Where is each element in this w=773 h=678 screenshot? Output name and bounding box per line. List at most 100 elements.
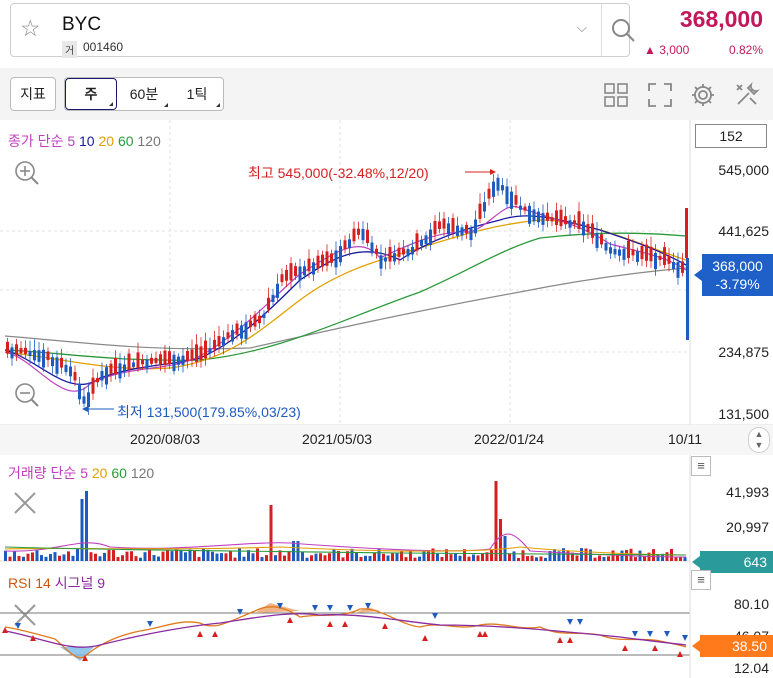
- price-change: ▲ 3,000: [644, 43, 690, 57]
- grid-icon[interactable]: [603, 82, 629, 108]
- divider: [601, 4, 602, 56]
- candle: [280, 274, 284, 283]
- fullscreen-icon[interactable]: [647, 82, 673, 108]
- volume-bar: [589, 549, 592, 561]
- candle: [100, 370, 104, 381]
- volume-bar: [458, 555, 462, 561]
- volume-bar: [170, 551, 174, 561]
- date-label: 2022/01/24: [474, 431, 545, 447]
- candle: [343, 240, 347, 250]
- buy-signal-arrow: [327, 621, 333, 627]
- rsi-axis-label: 12.04: [733, 660, 769, 676]
- candle: [613, 248, 617, 255]
- vol-ma5-line: [4, 533, 687, 558]
- volume-bar: [512, 551, 516, 561]
- candle: [384, 257, 387, 262]
- volume-bar: [197, 557, 201, 561]
- volume-bar: [301, 551, 304, 561]
- candle: [244, 322, 248, 339]
- volume-bar: [481, 553, 484, 561]
- candle: [181, 355, 185, 365]
- candle: [334, 250, 338, 268]
- tab-60min[interactable]: 60분: [117, 78, 171, 110]
- candle: [199, 346, 203, 361]
- volume-bar: [152, 555, 156, 561]
- sell-signal-arrow: [647, 631, 653, 637]
- sell-signal-arrow: [347, 605, 353, 611]
- buy-signal-arrow: [622, 645, 628, 651]
- symbol-search-box[interactable]: ☆ BYC 거 001460 ⌵: [10, 3, 635, 58]
- candle: [150, 357, 153, 364]
- sell-signal-arrow: [312, 605, 318, 611]
- tab-1tick[interactable]: 1틱: [171, 78, 223, 110]
- price-axis-label: 441,625: [718, 223, 769, 239]
- volume-chart-svg[interactable]: [0, 455, 773, 565]
- candle: [60, 357, 63, 368]
- buy-signal-arrow: [677, 651, 683, 657]
- tools-icon[interactable]: [734, 82, 760, 108]
- settings-icon[interactable]: [690, 82, 716, 108]
- volume-bar: [260, 557, 264, 561]
- volume-bar: [521, 550, 525, 561]
- date-label: 10/11: [668, 431, 702, 447]
- candle: [91, 377, 95, 394]
- volume-bar: [193, 550, 196, 561]
- candle: [190, 349, 194, 361]
- volume-bar: [94, 553, 97, 561]
- candle: [262, 313, 266, 319]
- indicator-button[interactable]: 지표: [10, 77, 56, 111]
- candle: [595, 232, 599, 248]
- candle: [303, 266, 306, 276]
- candle: [424, 235, 428, 244]
- candle: [406, 248, 410, 257]
- candle: [420, 239, 423, 246]
- rsi-chart-svg[interactable]: [0, 565, 773, 678]
- current-price-tag: 368,000 -3.79%: [702, 254, 773, 296]
- volume-bar: [323, 555, 327, 561]
- volume-bar: [44, 556, 48, 561]
- favorite-star-icon[interactable]: ☆: [20, 17, 41, 40]
- candle: [168, 351, 171, 365]
- volume-bar: [449, 554, 453, 561]
- zoom-out-icon[interactable]: [15, 383, 39, 407]
- date-axis[interactable]: [0, 425, 773, 455]
- volume-bar: [229, 550, 232, 561]
- candle: [163, 350, 167, 365]
- chevron-down-icon[interactable]: ⌵: [577, 20, 587, 36]
- volume-bar: [49, 554, 52, 561]
- volume-bar: [328, 553, 331, 561]
- volume-bar: [112, 550, 115, 561]
- candle: [145, 359, 149, 369]
- volume-bar: [76, 548, 79, 561]
- volume-bar: [22, 556, 25, 561]
- volume-bar: [292, 541, 295, 561]
- buy-signal-arrow: [652, 645, 658, 651]
- candle: [69, 366, 72, 377]
- candle: [564, 216, 567, 225]
- candle: [501, 185, 504, 191]
- candle: [294, 266, 297, 276]
- candle: [24, 347, 27, 355]
- sell-signal-arrow: [432, 613, 438, 619]
- candle: [217, 336, 221, 347]
- candle: [451, 218, 455, 232]
- current-price: 368,000: [679, 6, 763, 32]
- candle: [154, 357, 158, 364]
- volume-bar: [35, 550, 39, 561]
- candle: [46, 351, 50, 361]
- zoom-in-icon[interactable]: [15, 161, 39, 185]
- volume-bar: [404, 557, 408, 561]
- scroll-arrows-icon[interactable]: ▲ ▼: [748, 427, 770, 453]
- search-icon[interactable]: [609, 16, 637, 44]
- low-arrowhead: [82, 406, 88, 412]
- candle: [204, 340, 207, 359]
- candle: [559, 209, 563, 227]
- candle: [33, 350, 36, 361]
- volume-bar: [256, 548, 259, 561]
- candle: [627, 240, 630, 259]
- volume-bar: [224, 553, 228, 561]
- tab-week[interactable]: 주: [65, 78, 117, 110]
- price-tag-percent: -3.79%: [715, 276, 760, 292]
- indicator-label: 지표: [20, 86, 46, 102]
- candle: [298, 266, 302, 281]
